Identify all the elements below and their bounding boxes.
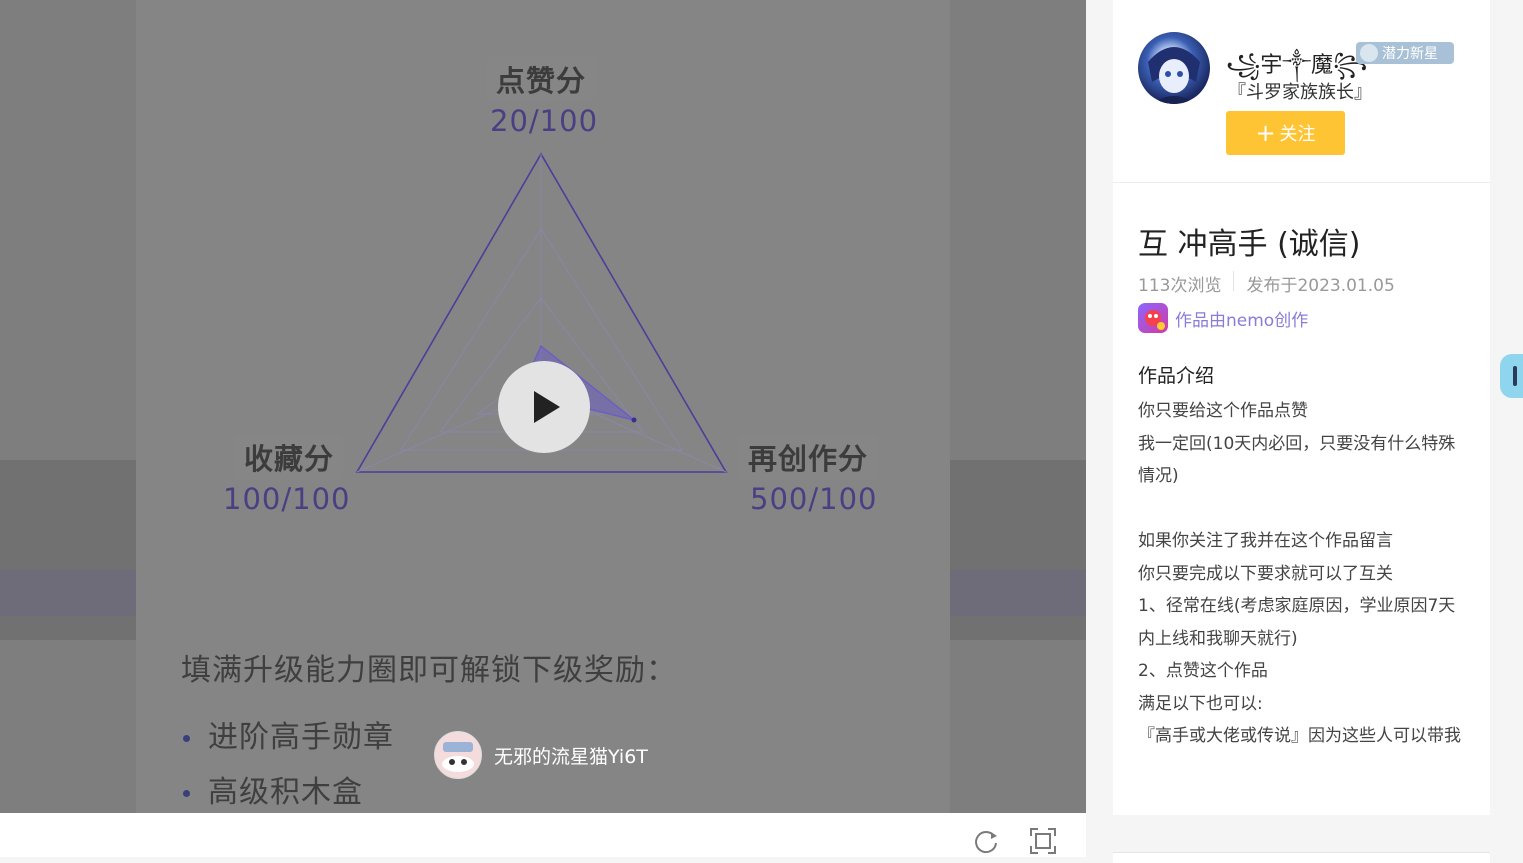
work-meta: 113次浏览 发布于2023.01.05 [1138,271,1395,296]
author-title: 『斗罗家族族长』 [1228,82,1372,103]
badge-star-icon [1360,44,1378,62]
radar-axis-value-remix: 500/100 [750,482,878,516]
author-badge: 潜力新星 [1356,42,1454,64]
plus-icon: + [1255,119,1276,147]
work-player[interactable]: 点赞分 20/100 收藏分 100/100 再创作分 500/100 填满升级… [0,0,1086,813]
reward-item: 高级积木盒 [183,767,363,811]
unlock-hint-text: 填满升级能力圈即可解锁下级奖励： [181,653,677,688]
radar-axis-label-remix: 再创作分 [738,434,879,480]
intro-heading: 作品介绍 [1138,365,1215,387]
intro-line: 2、点赞这个作品 [1138,661,1268,681]
radar-axis-value-favorites: 100/100 [223,482,351,516]
radar-axis-label-likes: 点赞分 [486,56,597,102]
publish-date: 发布于2023.01.05 [1246,276,1395,296]
radar-axis-value-likes: 20/100 [490,104,599,138]
author-card: ꧁宇༒魔꧂ 潜力新星 『斗罗家族族长』 + 关注 [1113,0,1490,183]
work-info-card: 互 冲高手 (诚信) 113次浏览 发布于2023.01.05 作品由nemo创… [1113,183,1490,815]
fullscreen-icon[interactable] [1029,827,1057,855]
side-float-tab[interactable] [1500,354,1523,398]
intro-line: 我一定回(10天内必回，只要没有什么特殊情况) [1138,433,1456,487]
player-toolbar [0,813,1086,857]
author-chip-name: 无邪的流星猫Yi6T [494,745,648,768]
intro-line: 满足以下也可以: [1138,693,1263,714]
intro-line [1138,493,1468,526]
nemo-creator-link[interactable]: 作品由nemo创作 [1138,303,1308,333]
work-author-chip[interactable]: 无邪的流星猫Yi6T [434,731,648,779]
radar-score-point [631,417,637,423]
nemo-logo-icon [1138,303,1168,333]
comments-card-top [1113,852,1490,863]
radar-axis-label-favorites: 收藏分 [234,434,345,480]
intro-line: 你只要给这个作品点赞 [1138,401,1308,421]
intro-line: 『高手或大佬或传说』因为这些人可以带我 [1138,726,1461,746]
work-title: 互 冲高手 (诚信) [1138,227,1361,262]
intro-text: 你只要给这个作品点赞 我一定回(10天内必回，只要没有什么特殊情况) 如果你关注… [1138,395,1468,753]
play-icon [534,391,560,423]
play-button[interactable] [498,361,590,453]
refresh-icon[interactable] [972,827,1000,855]
follow-button[interactable]: + 关注 [1226,111,1345,155]
intro-line: 如果你关注了我并在这个作品留言 [1138,531,1393,551]
author-avatar[interactable] [1138,32,1210,104]
reward-item: 进阶高手勋章 [183,712,394,756]
view-count: 113次浏览 [1138,276,1222,296]
author-chip-avatar [434,731,482,779]
intro-line: 你只要完成以下要求就可以了互关 [1138,563,1393,584]
intro-line: 1、径常在线(考虑家庭原因，学业原因7天内上线和我聊天就行) [1138,596,1456,649]
